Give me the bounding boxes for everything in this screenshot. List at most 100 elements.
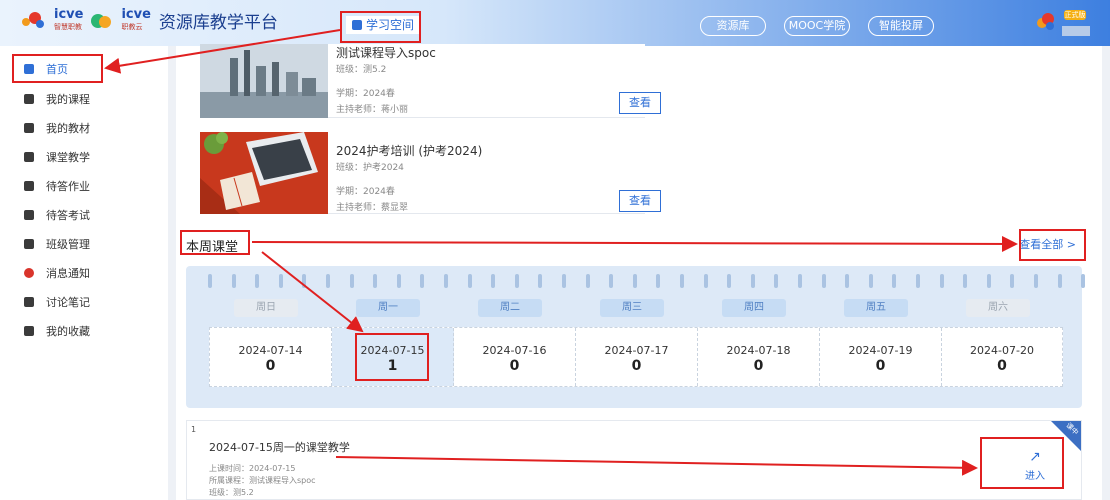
exam-icon [24,210,34,220]
calendar-ring [1057,274,1062,288]
view-course-button[interactable]: 查看 [619,190,661,212]
sidebar-item-label: 消息通知 [46,267,90,280]
avatar[interactable] [1035,11,1057,33]
sidebar-item-notifications[interactable]: 消息通知 [0,260,168,286]
course-title[interactable]: 2024护考培训 (护考2024) [336,142,482,159]
calendar-ring [467,274,472,288]
calendar-ring [916,274,920,288]
course-thumbnail [200,132,328,214]
date-text: 2024-07-17 [604,344,669,357]
nav-mooc[interactable]: MOOC学院 [784,16,850,36]
sidebar-item-label: 班级管理 [46,238,90,251]
view-course-button[interactable]: 查看 [619,92,661,114]
calendar-ring [1081,274,1086,288]
date-text: 2024-07-19 [848,344,913,357]
calendar-ring [609,274,614,288]
sidebar-item-my-courses[interactable]: 我的课程 [0,86,168,112]
calendar-ring [963,274,968,288]
platform-logo[interactable]: icve 智慧职教 icve 职教云 资源库教学平台 [22,8,278,33]
sidebar-item-label: 待答作业 [46,180,90,193]
version-badge: 正式版 [1064,10,1086,20]
lesson-index: 1 [191,425,197,434]
study-space-tab[interactable]: 学习空间 [346,16,421,34]
calendar-ring [821,274,826,288]
calendar-ring [774,274,779,288]
bell-icon [24,268,34,278]
top-header: icve 智慧职教 icve 职教云 资源库教学平台 学习空间 资源库 MOOC… [0,0,1110,46]
icve-logo-icon [22,10,48,32]
calendar-ring [349,274,354,288]
view-all-link[interactable]: 查看全部 > [1019,236,1076,252]
enter-label: 进入 [1025,471,1045,482]
platform-title: 资源库教学平台 [158,13,278,33]
study-space-icon [352,20,362,30]
course-class: 班级：测5.2 [336,65,387,75]
date-cell[interactable]: 2024-07-18 0 [698,328,820,386]
calendar-ring [750,274,755,288]
course-term: 学期：2024春 [336,89,395,99]
calendar-ring [892,274,897,288]
course-thumbnail [200,44,328,118]
sidebar-item-discussion[interactable]: 讨论笔记 [0,289,168,315]
day-label-sun: 周日 [234,299,298,317]
cloud-brand-sub: 职教云 [121,22,143,31]
calendar-ring [656,274,661,288]
class-manage-icon [24,239,34,249]
sidebar-item-label: 我的课程 [46,93,90,106]
homework-icon [24,181,34,191]
day-label-sat: 周六 [966,299,1030,317]
date-text: 2024-07-14 [238,344,303,357]
books-icon [24,94,34,104]
user-name-blur[interactable] [1062,26,1090,36]
sidebar-item-favorites[interactable]: 我的收藏 [0,318,168,344]
calendar-ring [373,274,378,288]
calendar-ring [420,274,425,288]
nav-resource-library[interactable]: 资源库 [700,16,766,36]
lesson-course: 所属课程：测试课程导入spoc [209,476,316,485]
calendar-ring [939,274,944,288]
calendar-ring [514,274,519,288]
home-icon [24,64,34,74]
nav-smart-screen[interactable]: 智能投屏 [868,16,934,36]
lesson-card[interactable]: 1 2024-07-15周一的课堂教学 上课时间：2024-07-15 所属课程… [186,420,1082,500]
date-cell[interactable]: 2024-07-20 0 [942,328,1062,386]
day-label-tue: 周二 [478,299,542,317]
calendar-ring [680,274,684,288]
course-title[interactable]: 测试课程导入spoc [336,44,436,61]
date-cell[interactable]: 2024-07-16 0 [454,328,576,386]
lesson-title: 2024-07-15周一的课堂教学 [209,441,350,454]
calendar-ring [703,274,708,288]
sidebar-item-home[interactable]: 首页 [0,56,168,82]
day-label-fri: 周五 [844,299,908,317]
course-card[interactable]: 测试课程导入spoc 班级：测5.2 学期：2024春 主持老师：蒋小丽 查看 [200,44,661,118]
calendar-ring [255,274,260,288]
date-count: 0 [753,358,764,374]
date-cell[interactable]: 2024-07-17 0 [576,328,698,386]
calendar-ring [845,274,850,288]
sidebar-item-my-textbooks[interactable]: 我的教材 [0,115,168,141]
date-text: 2024-07-20 [970,344,1034,357]
calendar-ring [278,274,283,288]
day-label-mon: 周一 [356,299,420,317]
sidebar-item-label: 讨论笔记 [46,296,90,309]
sidebar-item-homework[interactable]: 待答作业 [0,173,168,199]
calendar-ring [302,274,307,288]
sidebar-item-label: 首页 [46,63,68,76]
cloud-brand-text: icve [121,6,151,22]
date-count: 1 [387,358,398,374]
cloud-brand: icve 职教云 [121,6,151,33]
date-cell[interactable]: 2024-07-14 0 [210,328,332,386]
sidebar-item-classroom[interactable]: 课堂教学 [0,144,168,170]
calendar-ring [491,274,496,288]
date-text: 2024-07-16 [482,344,547,357]
date-cell[interactable]: 2024-07-19 0 [820,328,942,386]
date-cell-today[interactable]: 2024-07-15 1 [332,328,454,386]
icve-brand: icve 智慧职教 [54,8,83,33]
calendar-ring [868,274,873,288]
sidebar-item-class-management[interactable]: 班级管理 [0,231,168,257]
course-card[interactable]: 2024护考培训 (护考2024) 班级：护考2024 学期：2024春 主持老… [200,132,661,214]
week-classes-title: 本周课堂 [186,240,239,255]
course-class: 班级：护考2024 [336,163,404,173]
date-grid: 2024-07-14 0 2024-07-15 1 2024-07-16 0 2… [209,327,1063,387]
sidebar-item-exams[interactable]: 待答考试 [0,202,168,228]
